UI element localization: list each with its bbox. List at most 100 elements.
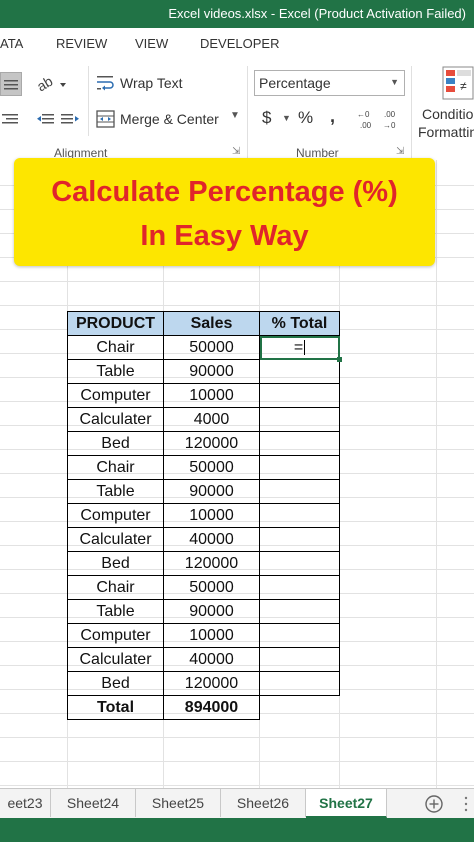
percent-cell[interactable] <box>259 455 340 480</box>
sheet-tab-sheet24[interactable]: Sheet24 <box>51 789 136 817</box>
sheet-tab-sheet26[interactable]: Sheet26 <box>221 789 306 817</box>
scroll-divider-icon[interactable] <box>464 795 468 813</box>
product-cell[interactable]: Table <box>67 599 164 624</box>
tab-data[interactable]: ATA <box>0 36 23 51</box>
align-right-icon[interactable] <box>0 108 22 132</box>
svg-text:.00: .00 <box>360 121 372 130</box>
sales-cell[interactable]: 120000 <box>163 551 260 576</box>
orientation-icon[interactable]: ab <box>34 72 70 96</box>
text-cursor <box>304 340 306 356</box>
fill-handle[interactable] <box>337 357 342 362</box>
table-row: Calculater 4000 <box>67 407 340 432</box>
percent-cell[interactable] <box>259 359 340 384</box>
total-percent-cell[interactable] <box>260 696 340 720</box>
sales-cell[interactable]: 50000 <box>163 575 260 600</box>
sales-cell[interactable]: 90000 <box>163 599 260 624</box>
percent-cell[interactable] <box>259 383 340 408</box>
sales-cell[interactable]: 40000 <box>163 647 260 672</box>
table-row: Chair 50000 = <box>67 335 342 362</box>
sheet-tab-sheet23[interactable]: eet23 <box>0 789 51 817</box>
sales-cell[interactable]: 40000 <box>163 527 260 552</box>
sheet-tabs-bar: eet23 Sheet24 Sheet25 Sheet26 Sheet27 <box>0 788 474 819</box>
decrease-decimal-icon[interactable]: .00 →0 <box>382 108 404 132</box>
comma-button[interactable]: , <box>330 106 335 127</box>
percent-cell[interactable] <box>259 479 340 504</box>
title-bar: Excel videos.xlsx - Excel (Product Activ… <box>0 0 474 28</box>
product-cell[interactable]: Bed <box>67 431 164 456</box>
percent-cell[interactable] <box>259 551 340 576</box>
product-cell[interactable]: Computer <box>67 383 164 408</box>
percent-cell[interactable] <box>259 647 340 672</box>
number-format-dropdown[interactable]: Percentage ▼ <box>254 70 405 96</box>
alignment-launcher-icon[interactable]: ⇲ <box>232 146 240 157</box>
sheet-tab-sheet25[interactable]: Sheet25 <box>136 789 221 817</box>
percent-cell[interactable] <box>259 407 340 432</box>
sales-cell[interactable]: 10000 <box>163 623 260 648</box>
increase-indent-icon[interactable] <box>60 108 80 132</box>
sales-cell[interactable]: 10000 <box>163 383 260 408</box>
currency-button[interactable]: $ <box>262 108 271 128</box>
sales-cell[interactable]: 50000 <box>163 455 260 480</box>
product-cell[interactable]: Bed <box>67 671 164 696</box>
product-cell[interactable]: Computer <box>67 503 164 528</box>
currency-dropdown-icon[interactable]: ▼ <box>282 113 291 123</box>
svg-text:≠: ≠ <box>460 79 467 93</box>
product-cell[interactable]: Table <box>67 479 164 504</box>
status-bar <box>0 818 474 842</box>
percent-cell[interactable] <box>259 599 340 624</box>
table-row: Chair 50000 <box>67 455 340 480</box>
product-cell[interactable]: Bed <box>67 551 164 576</box>
total-label-cell[interactable]: Total <box>67 695 164 720</box>
add-sheet-icon[interactable] <box>424 794 444 814</box>
sheet-tab-sheet27[interactable]: Sheet27 <box>306 789 387 818</box>
wrap-text-button[interactable]: Wrap Text <box>120 75 183 91</box>
product-cell[interactable]: Calculater <box>67 647 164 672</box>
table-row: Computer 10000 <box>67 623 340 648</box>
percent-cell[interactable] <box>259 527 340 552</box>
sales-cell[interactable]: 120000 <box>163 671 260 696</box>
sales-cell[interactable]: 90000 <box>163 479 260 504</box>
percent-cell[interactable] <box>259 503 340 528</box>
svg-text:.00: .00 <box>384 110 396 119</box>
tab-developer[interactable]: DEVELOPER <box>200 36 279 51</box>
sales-cell[interactable]: 120000 <box>163 431 260 456</box>
wrap-text-icon <box>96 73 116 93</box>
table-row: Calculater 40000 <box>67 527 340 552</box>
product-cell[interactable]: Chair <box>67 335 164 360</box>
percent-cell[interactable] <box>259 623 340 648</box>
percent-total-header[interactable]: % Total <box>259 311 340 336</box>
percent-button[interactable]: % <box>298 108 313 128</box>
product-cell[interactable]: Computer <box>67 623 164 648</box>
product-cell[interactable]: Chair <box>67 455 164 480</box>
percent-cell[interactable] <box>259 575 340 600</box>
tab-review[interactable]: REVIEW <box>56 36 107 51</box>
product-cell[interactable]: Calculater <box>67 407 164 432</box>
table-header-row: PRODUCT Sales% Total <box>67 311 340 336</box>
total-value-cell[interactable]: 894000 <box>163 695 260 720</box>
active-percent-cell[interactable]: = <box>259 335 342 362</box>
product-cell[interactable]: Chair <box>67 575 164 600</box>
product-cell[interactable]: Calculater <box>67 527 164 552</box>
increase-decimal-icon[interactable]: ←0.00 <box>356 108 378 132</box>
sales-cell[interactable]: 50000 <box>163 335 260 360</box>
percent-cell[interactable] <box>259 431 340 456</box>
banner-line-1: Calculate Percentage (%) <box>51 176 398 208</box>
merge-dropdown-icon[interactable]: ▼ <box>230 110 240 121</box>
tab-view[interactable]: VIEW <box>135 36 168 51</box>
product-cell[interactable]: Table <box>67 359 164 384</box>
percent-cell[interactable] <box>259 671 340 696</box>
sales-cell[interactable]: 10000 <box>163 503 260 528</box>
table-row: Chair 50000 <box>67 575 340 600</box>
svg-text:←0: ←0 <box>357 110 370 119</box>
sales-header[interactable]: Sales <box>163 311 260 336</box>
merge-center-icon <box>96 109 116 129</box>
number-launcher-icon[interactable]: ⇲ <box>396 146 404 157</box>
conditional-formatting-button[interactable]: Conditio <box>422 106 473 122</box>
chevron-down-icon: ▼ <box>390 77 399 87</box>
decrease-indent-icon[interactable] <box>36 108 56 132</box>
sales-cell[interactable]: 4000 <box>163 407 260 432</box>
sales-cell[interactable]: 90000 <box>163 359 260 384</box>
merge-center-button[interactable]: Merge & Center <box>120 111 219 127</box>
align-middle-icon[interactable] <box>0 72 22 96</box>
product-header[interactable]: PRODUCT <box>67 311 164 336</box>
